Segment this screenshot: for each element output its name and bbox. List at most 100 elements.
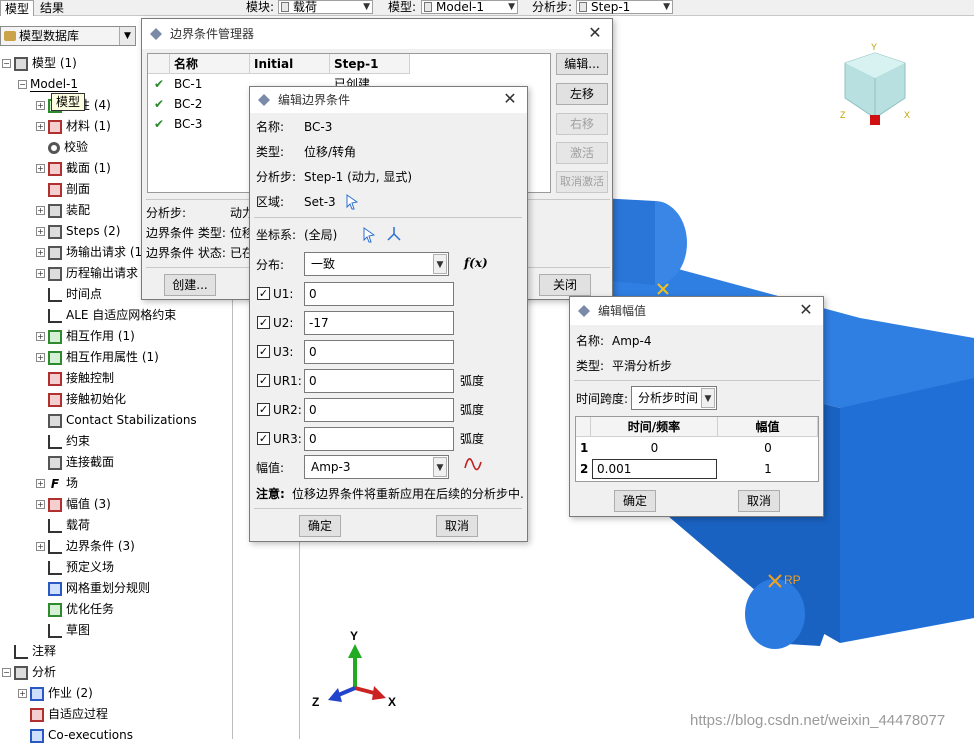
tree-node-interaction-properties[interactable]: + 相互作用属性 (1) [36, 347, 159, 367]
amplitude-wave-icon[interactable] [464, 456, 482, 472]
col-header-amp[interactable]: 幅值 [718, 417, 818, 437]
tree-node-steps[interactable]: + Steps (2) [36, 221, 120, 241]
tree-node-amplitudes[interactable]: + 幅值 (3) [36, 494, 111, 514]
tree-node-constraints[interactable]: 约束 [36, 431, 90, 451]
close-icon[interactable]: ✕ [586, 24, 604, 42]
tree-node-contact-controls[interactable]: 接触控制 [36, 368, 114, 388]
tree-node-contact-stabilizations[interactable]: Contact Stabilizations [36, 410, 197, 430]
tree-node-analysis[interactable]: − 分析 [2, 662, 56, 682]
dof-value-input[interactable]: 0 [304, 369, 454, 393]
expand-icon[interactable]: + [18, 689, 27, 698]
dof-value-input[interactable]: -17 [304, 311, 454, 335]
expand-icon[interactable]: + [36, 353, 45, 362]
tree-node-loads[interactable]: 载荷 [36, 515, 90, 535]
tree-node-jobs[interactable]: + 作业 (2) [18, 683, 93, 703]
ok-button[interactable]: 确定 [299, 515, 341, 537]
table-cell-amp[interactable]: 0 [718, 438, 818, 458]
edit-amplitude-titlebar[interactable]: 编辑幅值 ✕ [570, 297, 823, 325]
tree-node-connector-sections[interactable]: 连接截面 [36, 452, 114, 472]
dof-checkbox[interactable]: ✓ [257, 374, 270, 387]
tree-node-bcs[interactable]: + 边界条件 (3) [36, 536, 135, 556]
collapse-icon[interactable]: − [2, 59, 11, 68]
fx-button[interactable]: f(x) [464, 255, 488, 271]
dof-checkbox[interactable]: ✓ [257, 432, 270, 445]
model-database-select[interactable]: 模型数据库 ▼ [0, 26, 136, 46]
table-cell-time-editing[interactable]: 0.001 [592, 459, 717, 479]
tree-node-field-output[interactable]: + 场输出请求 (1) [36, 242, 147, 262]
tree-node-assembly[interactable]: + 装配 [36, 200, 90, 220]
select-arrow-icon[interactable] [346, 194, 358, 210]
collapse-icon[interactable]: − [2, 668, 11, 677]
dof-checkbox[interactable]: ✓ [257, 316, 270, 329]
collapse-icon[interactable]: − [18, 80, 27, 89]
col-header-name[interactable]: 名称 [170, 54, 250, 74]
expand-icon[interactable]: + [36, 227, 45, 236]
expand-icon[interactable]: + [36, 479, 45, 488]
expand-icon[interactable]: + [36, 206, 45, 215]
tree-node-co-executions[interactable]: Co-executions [18, 725, 133, 745]
close-button[interactable]: 关闭 [539, 274, 591, 296]
cancel-button[interactable]: 取消 [436, 515, 478, 537]
table-row[interactable]: BC-3 [170, 114, 250, 134]
cancel-button[interactable]: 取消 [738, 490, 780, 512]
tree-node-adaptivity[interactable]: 自适应过程 [18, 704, 108, 724]
tree-node-history-output[interactable]: + 历程输出请求 [36, 263, 138, 283]
table-row[interactable]: BC-2 [170, 94, 250, 114]
amplitude-select[interactable]: Amp-3 ▼ [304, 455, 449, 479]
dof-checkbox[interactable]: ✓ [257, 345, 270, 358]
select-arrow-icon[interactable] [363, 227, 375, 243]
col-header-step[interactable]: Step-1 [330, 54, 410, 74]
expand-icon[interactable]: + [36, 500, 45, 509]
tree-node-ale-constraints[interactable]: ALE 自适应网格约束 [36, 305, 176, 325]
col-header-time[interactable]: 时间/频率 [591, 417, 718, 437]
activate-button[interactable]: 激活 [556, 142, 608, 164]
step-select[interactable]: Step-1 ▼ [576, 0, 673, 14]
tree-node-optimization-tasks[interactable]: 优化任务 [36, 599, 114, 619]
tree-node-remeshing-rules[interactable]: 网格重划分规则 [36, 578, 150, 598]
tree-node-fields[interactable]: + F 场 [36, 473, 78, 493]
expand-icon[interactable]: + [36, 542, 45, 551]
tree-node-models[interactable]: − 模型 (1) [2, 53, 77, 73]
tree-node-materials[interactable]: + 材料 (1) [36, 116, 111, 136]
close-icon[interactable]: ✕ [797, 301, 815, 319]
tab-model[interactable]: 模型 [0, 0, 34, 16]
view-cube[interactable]: Y Z X [840, 42, 910, 125]
edit-bc-titlebar[interactable]: 编辑边界条件 ✕ [250, 87, 527, 113]
time-span-select[interactable]: 分析步时间 ▼ [631, 386, 717, 410]
tree-node-model-1[interactable]: − Model-1 [18, 74, 78, 94]
expand-icon[interactable]: + [36, 269, 45, 278]
distribution-select[interactable]: 一致 ▼ [304, 252, 449, 276]
tree-node-interactions[interactable]: + 相互作用 (1) [36, 326, 135, 346]
dof-value-input[interactable]: 0 [304, 398, 454, 422]
tree-node-annotations[interactable]: 注释 [2, 641, 56, 661]
dof-value-input[interactable]: 0 [304, 282, 454, 306]
dof-checkbox[interactable]: ✓ [257, 287, 270, 300]
expand-icon[interactable]: + [36, 164, 45, 173]
tree-node-sketches[interactable]: 草图 [36, 620, 90, 640]
edit-button[interactable]: 编辑... [556, 53, 608, 75]
table-cell-time[interactable]: 0 [591, 438, 718, 458]
dof-value-input[interactable]: 0 [304, 427, 454, 451]
create-button[interactable]: 创建... [164, 274, 216, 296]
module-select[interactable]: 载荷 ▼ [278, 0, 373, 14]
tree-node-predefined-fields[interactable]: 预定义场 [36, 557, 114, 577]
dof-value-input[interactable]: 0 [304, 340, 454, 364]
tree-node-time-points[interactable]: 时间点 [36, 284, 102, 304]
move-right-button[interactable]: 右移 [556, 113, 608, 135]
tree-node-contact-initializations[interactable]: 接触初始化 [36, 389, 126, 409]
table-cell-amp[interactable]: 1 [718, 459, 818, 479]
deactivate-button[interactable]: 取消激活 [556, 171, 608, 193]
move-left-button[interactable]: 左移 [556, 83, 608, 105]
table-row[interactable]: BC-1 [170, 74, 250, 94]
expand-icon[interactable]: + [36, 122, 45, 131]
tab-results[interactable]: 结果 [36, 0, 72, 16]
csys-icon[interactable] [386, 226, 402, 242]
dof-checkbox[interactable]: ✓ [257, 403, 270, 416]
tree-node-profiles[interactable]: 剖面 [36, 179, 90, 199]
model-select[interactable]: Model-1 ▼ [421, 0, 518, 14]
col-header-initial[interactable]: Initial [250, 54, 330, 74]
expand-icon[interactable]: + [36, 332, 45, 341]
expand-icon[interactable]: + [36, 248, 45, 257]
expand-icon[interactable]: + [36, 101, 45, 110]
tree-node-sections[interactable]: + 截面 (1) [36, 158, 111, 178]
